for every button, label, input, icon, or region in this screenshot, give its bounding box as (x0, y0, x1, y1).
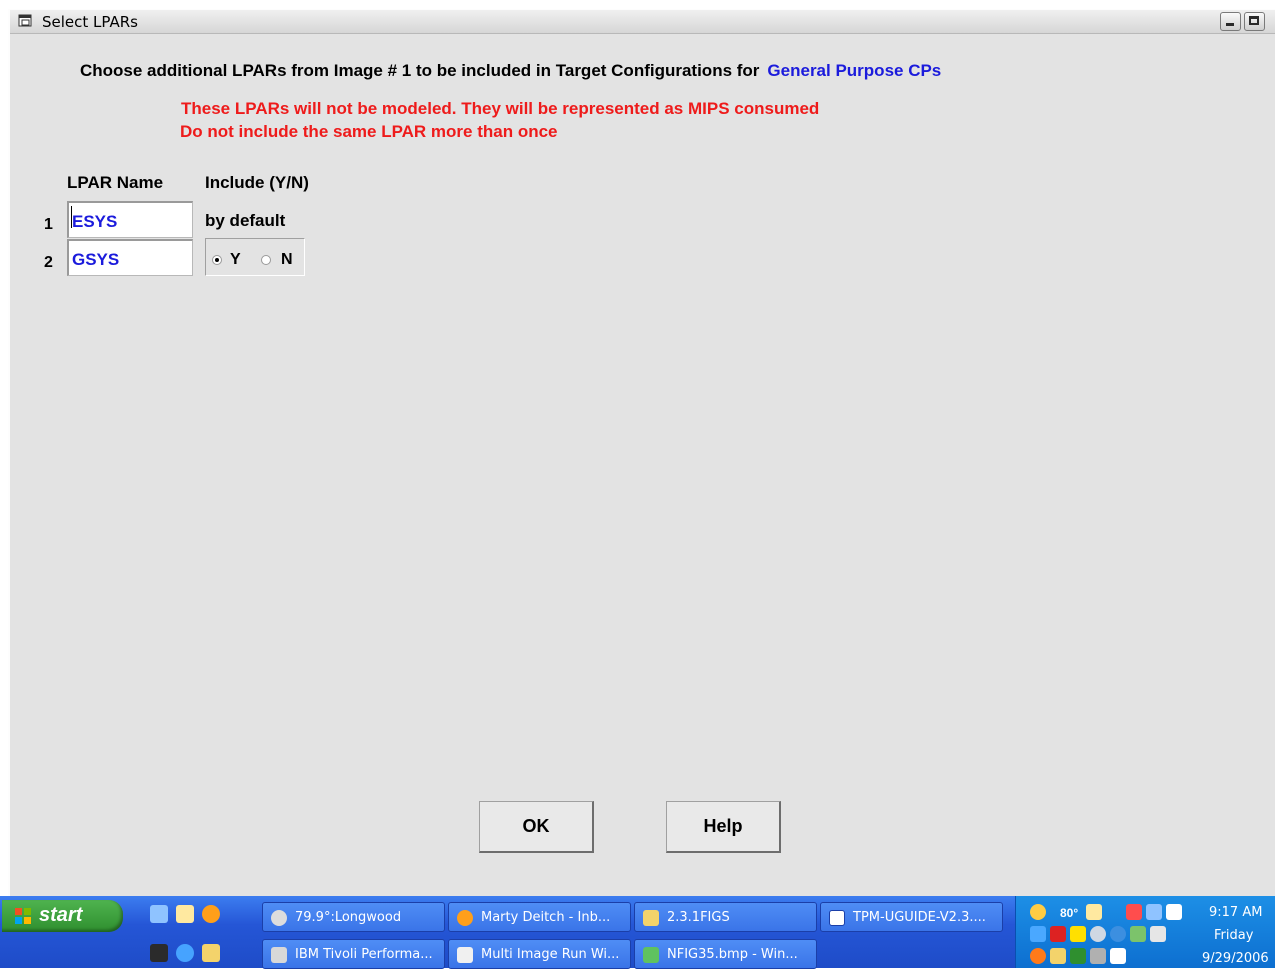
heading-text: Choose additional LPARs from Image # 1 t… (80, 61, 760, 80)
tray-stats-icon[interactable] (1086, 904, 1102, 920)
task-email[interactable]: Marty Deitch - Inb... (448, 902, 631, 932)
tivoli-app-icon (271, 947, 287, 963)
task-multi-image-run[interactable]: Multi Image Run Wi... (448, 939, 631, 969)
tray-app-icon-7[interactable] (1030, 948, 1046, 964)
tray-phone-icon[interactable] (1150, 926, 1166, 942)
task-word-doc[interactable]: TPM-UGUIDE-V2.3.... (820, 902, 1003, 932)
lpar-name-column-header: LPAR Name (67, 173, 164, 192)
tray-app-icon-6[interactable] (1130, 926, 1146, 942)
task-tivoli-label: IBM Tivoli Performa... (295, 947, 433, 962)
word-doc-icon (829, 910, 845, 926)
tray-app-icon-2[interactable] (1050, 926, 1066, 942)
heading-accent: General Purpose CPs (767, 61, 942, 80)
speaker-icon[interactable] (1146, 904, 1162, 920)
taskbar: start 79.9°:Longwood Marty Deitch - Inb.… (0, 896, 1275, 969)
tray-app-icon-8[interactable] (1050, 948, 1066, 964)
row-number-2: 2 (44, 254, 53, 271)
quicklaunch-ie-icon[interactable] (176, 944, 194, 962)
task-tivoli[interactable]: IBM Tivoli Performa... (262, 939, 445, 969)
quicklaunch-stats-icon[interactable] (176, 905, 194, 923)
clock-time: 9:17 AM (1209, 905, 1263, 920)
task-multi-image-run-label: Multi Image Run Wi... (481, 947, 620, 962)
task-paint-label: NFIG35.bmp - Win... (667, 947, 798, 962)
row-number-1: 1 (44, 216, 53, 233)
select-lpars-window: Select LPARs Choose additional LPARs fro… (8, 9, 1275, 896)
tray-app-icon-1[interactable] (1030, 926, 1046, 942)
network-icon[interactable] (1126, 904, 1142, 920)
email-icon (457, 910, 473, 926)
folder-icon (643, 910, 659, 926)
include-column-header: Include (Y/N) (205, 173, 309, 192)
lpar-name-input-2[interactable] (67, 239, 193, 276)
radio-yes-label[interactable]: Y (230, 251, 241, 269)
lpar-name-input-1[interactable] (67, 201, 193, 238)
default-label: by default (205, 211, 286, 230)
warning-message-1: These LPARs will not be modeled. They wi… (181, 99, 820, 118)
minimize-button[interactable] (1220, 12, 1241, 31)
info-icon[interactable] (1166, 904, 1182, 920)
task-email-label: Marty Deitch - Inb... (481, 910, 611, 925)
tray-app-icon-3[interactable] (1070, 926, 1086, 942)
weather-sun-icon[interactable] (1030, 904, 1046, 920)
ok-button[interactable]: OK (479, 801, 594, 853)
radio-no-label[interactable]: N (281, 251, 293, 269)
window-app-icon (18, 14, 32, 27)
start-button[interactable]: start (2, 900, 123, 932)
task-weather-label: 79.9°:Longwood (295, 910, 402, 925)
clock-day: Friday (1214, 928, 1254, 943)
tray-temperature: 80° (1060, 906, 1079, 920)
tray-app-icon-5[interactable] (1110, 926, 1126, 942)
task-folder[interactable]: 2.3.1FIGS (634, 902, 817, 932)
instruction-heading: Choose additional LPARs from Image # 1 t… (80, 61, 941, 81)
maximize-button[interactable] (1244, 12, 1265, 31)
include-radio-group: Y N (205, 238, 305, 276)
task-folder-label: 2.3.1FIGS (667, 910, 730, 925)
paint-image-icon (643, 947, 659, 963)
tray-app-icon-4[interactable] (1090, 926, 1106, 942)
help-button[interactable]: Help (666, 801, 781, 853)
clock-date: 9/29/2006 (1202, 951, 1269, 966)
radio-yes[interactable] (212, 255, 222, 265)
tray-app-icon-9[interactable] (1070, 948, 1086, 964)
warning-message-2: Do not include the same LPAR more than o… (180, 122, 558, 141)
task-word-doc-label: TPM-UGUIDE-V2.3.... (853, 910, 986, 925)
start-label: start (39, 904, 83, 926)
radio-no[interactable] (261, 255, 271, 265)
window-title: Select LPARs (42, 13, 138, 31)
task-paint[interactable]: NFIG35.bmp - Win... (634, 939, 817, 969)
tray-app-icon-11[interactable] (1110, 948, 1126, 964)
tray-app-icon-10[interactable] (1090, 948, 1106, 964)
task-weather[interactable]: 79.9°:Longwood (262, 902, 445, 932)
quicklaunch-folder-icon[interactable] (202, 944, 220, 962)
windows-flag-icon (15, 908, 31, 924)
text-cursor (71, 206, 72, 228)
system-tray: 80° 9:17 AM Friday 9/29/2006 (1015, 896, 1275, 968)
title-bar[interactable]: Select LPARs (10, 10, 1275, 34)
quicklaunch-app-icon[interactable] (202, 905, 220, 923)
window-icon (457, 947, 473, 963)
quicklaunch-outlook-icon[interactable] (150, 905, 168, 923)
weather-icon (271, 910, 287, 926)
quicklaunch-cmd-icon[interactable] (150, 944, 168, 962)
